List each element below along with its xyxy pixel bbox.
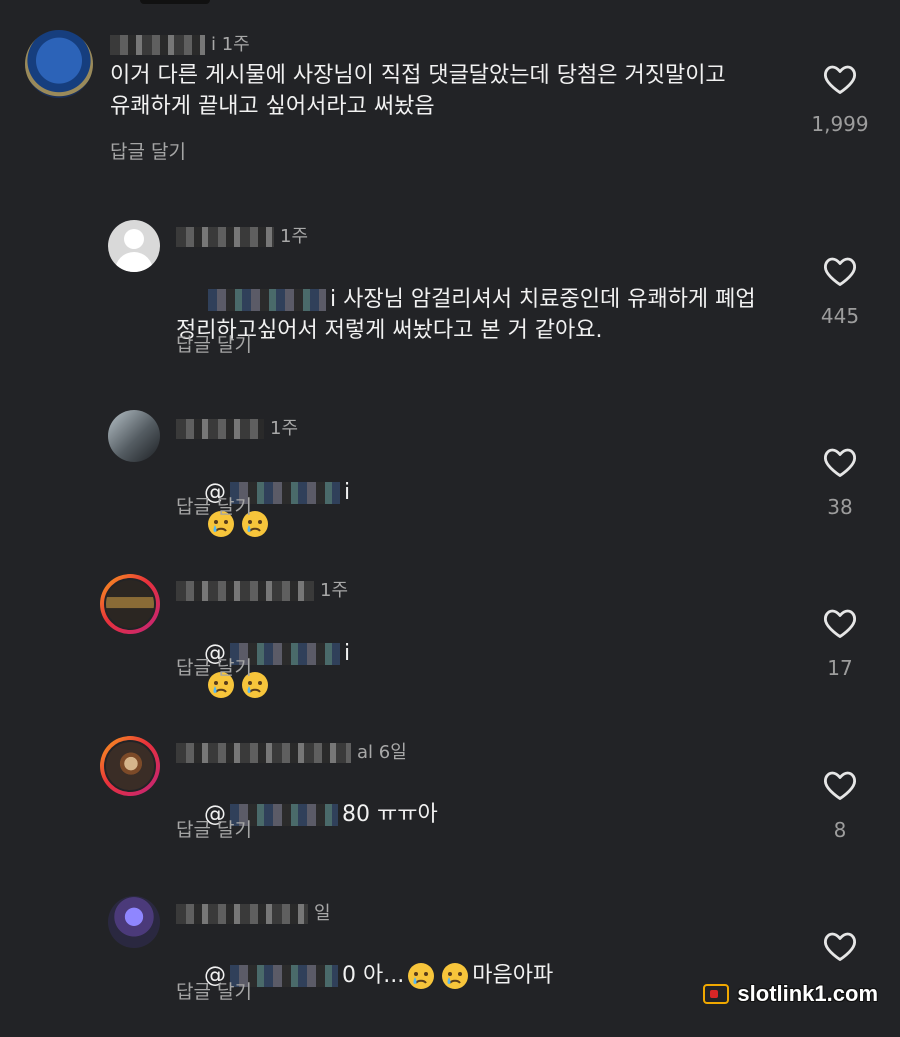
comment-meta: 일 bbox=[176, 899, 331, 925]
comment-text: i 사장님 암걸리셔서 치료중인데 유쾌하게 폐업 정리하고싶어서 저렇게 써놨… bbox=[176, 287, 756, 343]
comment-meta: 1주 bbox=[176, 222, 308, 248]
heart-icon bbox=[824, 448, 856, 477]
status-indicator bbox=[140, 0, 210, 4]
reply-button[interactable]: 답글 달기 bbox=[176, 330, 252, 357]
heart-icon bbox=[824, 257, 856, 286]
comment-meta: 1주 bbox=[176, 576, 348, 602]
like-count: 8 bbox=[833, 818, 847, 842]
reply-button[interactable]: 답글 달기 bbox=[176, 492, 252, 519]
heart-icon bbox=[824, 609, 856, 638]
comment-text: @0 아... 마음아파 bbox=[203, 963, 554, 989]
crying-face-emoji bbox=[408, 963, 435, 989]
like-button[interactable]: 17 bbox=[810, 606, 870, 680]
comment-meta: i 1주 bbox=[110, 30, 250, 56]
heart-icon bbox=[824, 65, 856, 94]
like-count: 17 bbox=[827, 656, 853, 680]
watermark: slotlink1.com bbox=[703, 979, 878, 1009]
like-count: 1,999 bbox=[811, 112, 869, 136]
comment-text: 이거 다른 게시물에 사장님이 직접 댓글달았는데 당첨은 거짓말이고 유쾌하게… bbox=[110, 63, 726, 119]
like-button[interactable] bbox=[810, 929, 870, 979]
watermark-logo-icon bbox=[703, 984, 730, 1004]
avatar[interactable] bbox=[100, 574, 160, 634]
like-button[interactable]: 38 bbox=[810, 445, 870, 519]
like-count: 38 bbox=[827, 495, 853, 519]
avatar[interactable] bbox=[108, 410, 160, 462]
reply-button[interactable]: 답글 달기 bbox=[176, 815, 252, 842]
crying-face-emoji bbox=[442, 963, 469, 989]
like-button[interactable]: 8 bbox=[810, 768, 870, 842]
heart-icon bbox=[824, 932, 856, 961]
like-button[interactable]: 1,999 bbox=[810, 62, 870, 136]
avatar[interactable] bbox=[108, 220, 160, 272]
reply-button[interactable]: 답글 달기 bbox=[176, 977, 252, 1004]
like-button[interactable]: 445 bbox=[810, 254, 870, 328]
avatar[interactable] bbox=[108, 896, 160, 948]
avatar[interactable] bbox=[100, 736, 160, 796]
comment-meta: al 6일 bbox=[176, 738, 407, 764]
avatar[interactable] bbox=[25, 30, 93, 98]
comment-meta: 1주 bbox=[176, 414, 298, 440]
watermark-text: slotlink1.com bbox=[737, 981, 878, 1006]
reply-button[interactable]: 답글 달기 bbox=[110, 137, 186, 164]
like-count: 445 bbox=[820, 304, 860, 328]
reply-button[interactable]: 답글 달기 bbox=[176, 653, 252, 680]
heart-icon bbox=[824, 771, 856, 800]
